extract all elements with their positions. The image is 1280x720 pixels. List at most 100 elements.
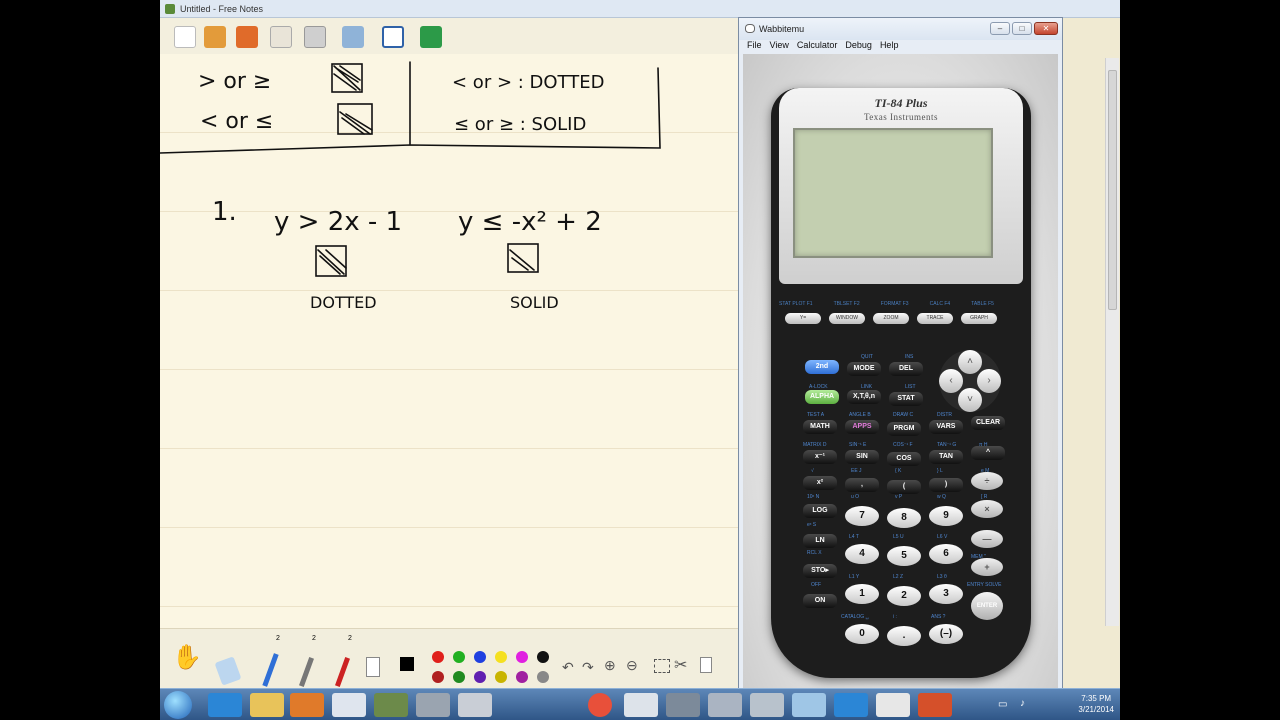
key-math[interactable]: MATH — [803, 420, 837, 434]
key-y-equals[interactable]: Y= — [785, 313, 821, 324]
key-window[interactable]: WINDOW — [829, 313, 865, 324]
share-icon[interactable] — [342, 26, 364, 48]
taskbar-phone-icon[interactable] — [458, 693, 492, 717]
key-decimal[interactable]: . — [887, 626, 921, 646]
key-enter[interactable]: ENTER — [971, 592, 1003, 620]
emulator-title-bar[interactable]: Wabbitemu – □ ✕ — [739, 18, 1062, 40]
volume-icon[interactable]: ♪ — [1020, 698, 1025, 709]
taskbar-doc-icon[interactable] — [624, 693, 658, 717]
taskbar-app-icon[interactable] — [374, 693, 408, 717]
color-swatch[interactable] — [474, 651, 486, 663]
color-swatch[interactable] — [432, 671, 444, 683]
taskbar-tools-icon[interactable] — [666, 693, 700, 717]
key-2nd[interactable]: 2nd — [805, 360, 839, 374]
menu-file[interactable]: File — [747, 40, 762, 54]
key-5[interactable]: 5 — [887, 546, 921, 566]
key-inverse[interactable]: x⁻¹ — [803, 450, 837, 464]
minimize-button[interactable]: – — [990, 22, 1010, 35]
arrow-down-icon[interactable]: ˅ — [958, 388, 982, 412]
key-sto[interactable]: STO▸ — [803, 564, 837, 578]
select-icon[interactable] — [654, 659, 670, 673]
color-swatch[interactable] — [453, 671, 465, 683]
clock[interactable]: 7:35 PM 3/21/2014 — [1078, 693, 1114, 715]
arrow-up-icon[interactable]: ˄ — [958, 350, 982, 374]
save-icon[interactable] — [236, 26, 258, 48]
key-vars[interactable]: VARS — [929, 420, 963, 434]
pencil-icon[interactable] — [299, 657, 314, 687]
color-swatch[interactable] — [516, 651, 528, 663]
key-1[interactable]: 1 — [845, 584, 879, 604]
color-swatch[interactable] — [453, 651, 465, 663]
color-swatch[interactable] — [495, 651, 507, 663]
taskbar-powerpoint-icon[interactable] — [918, 693, 952, 717]
notes-title-bar[interactable]: Untitled - Free Notes — [160, 0, 1120, 18]
color-black-selected[interactable] — [400, 657, 414, 671]
key-negative[interactable]: (–) — [929, 624, 963, 644]
menu-calculator[interactable]: Calculator — [797, 40, 838, 54]
key-log[interactable]: LOG — [803, 504, 837, 518]
key-mode[interactable]: MODE — [847, 362, 881, 376]
key-3[interactable]: 3 — [929, 584, 963, 604]
close-button[interactable]: ✕ — [1034, 22, 1058, 35]
start-button-icon[interactable] — [164, 691, 192, 719]
menu-debug[interactable]: Debug — [845, 40, 872, 54]
export-icon[interactable] — [420, 26, 442, 48]
key-7[interactable]: 7 — [845, 506, 879, 526]
paste-icon[interactable] — [700, 657, 712, 673]
hand-tool-icon[interactable]: ✋ — [172, 643, 202, 672]
key-trace[interactable]: TRACE — [917, 313, 953, 324]
key-divide[interactable]: ÷ — [971, 472, 1003, 490]
marker-red-icon[interactable] — [335, 657, 350, 687]
color-swatch[interactable] — [516, 671, 528, 683]
key-xt[interactable]: X,T,θ,n — [847, 390, 881, 404]
menu-view[interactable]: View — [770, 40, 789, 54]
key-del[interactable]: DEL — [889, 362, 923, 376]
network-icon[interactable]: ▭ — [998, 699, 1007, 710]
taskbar-media-icon[interactable] — [290, 693, 324, 717]
key-tan[interactable]: TAN — [929, 450, 963, 464]
key-caret[interactable]: ^ — [971, 446, 1005, 460]
key-prgm[interactable]: PRGM — [887, 422, 921, 436]
taskbar-utility-icon[interactable] — [750, 693, 784, 717]
key-8[interactable]: 8 — [887, 508, 921, 528]
color-swatch[interactable] — [474, 671, 486, 683]
taskbar-ie-icon[interactable] — [208, 693, 242, 717]
zoom-out-icon[interactable]: ⊖ — [626, 657, 638, 674]
color-swatch[interactable] — [537, 651, 549, 663]
taskbar-ie2-icon[interactable] — [834, 693, 868, 717]
taskbar-chrome-icon[interactable] — [588, 693, 612, 717]
key-cos[interactable]: COS — [887, 452, 921, 466]
undo-icon[interactable]: ↶ — [562, 659, 574, 676]
menu-help[interactable]: Help — [880, 40, 899, 54]
color-swatch[interactable] — [537, 671, 549, 683]
color-swatch[interactable] — [495, 671, 507, 683]
key-apps[interactable]: APPS — [845, 420, 879, 434]
notes-canvas[interactable]: > or ≥ < or ≤ < or > : DOTTED ≤ or ≥ : S… — [160, 54, 740, 628]
taskbar-print-icon[interactable] — [708, 693, 742, 717]
new-page-icon[interactable] — [174, 26, 196, 48]
open-folder-icon[interactable] — [204, 26, 226, 48]
key-minus[interactable]: — — [971, 530, 1003, 548]
color-swatch[interactable] — [432, 651, 444, 663]
arrow-left-icon[interactable]: ‹ — [939, 369, 963, 393]
key-alpha[interactable]: ALPHA — [805, 390, 839, 404]
key-0[interactable]: 0 — [845, 624, 879, 644]
taskbar-pen-icon[interactable] — [876, 693, 910, 717]
key-clear[interactable]: CLEAR — [971, 416, 1005, 430]
key-graph[interactable]: GRAPH — [961, 313, 997, 324]
key-square[interactable]: x² — [803, 476, 837, 490]
key-sin[interactable]: SIN — [845, 450, 879, 464]
maximize-button[interactable]: □ — [1012, 22, 1032, 35]
key-stat[interactable]: STAT — [889, 392, 923, 406]
zoom-in-icon[interactable]: ⊕ — [604, 657, 616, 674]
taskbar-explorer-icon[interactable] — [250, 693, 284, 717]
notes-scrollbar[interactable] — [1105, 58, 1119, 626]
eraser-icon[interactable] — [214, 656, 242, 686]
redo-icon[interactable]: ↷ — [582, 659, 594, 676]
key-ln[interactable]: LN — [803, 534, 837, 548]
key-comma[interactable]: , — [845, 478, 879, 492]
key-lparen[interactable]: ( — [887, 480, 921, 494]
scissors-icon[interactable]: ✂ — [674, 655, 687, 675]
key-on[interactable]: ON — [803, 594, 837, 608]
key-4[interactable]: 4 — [845, 544, 879, 564]
